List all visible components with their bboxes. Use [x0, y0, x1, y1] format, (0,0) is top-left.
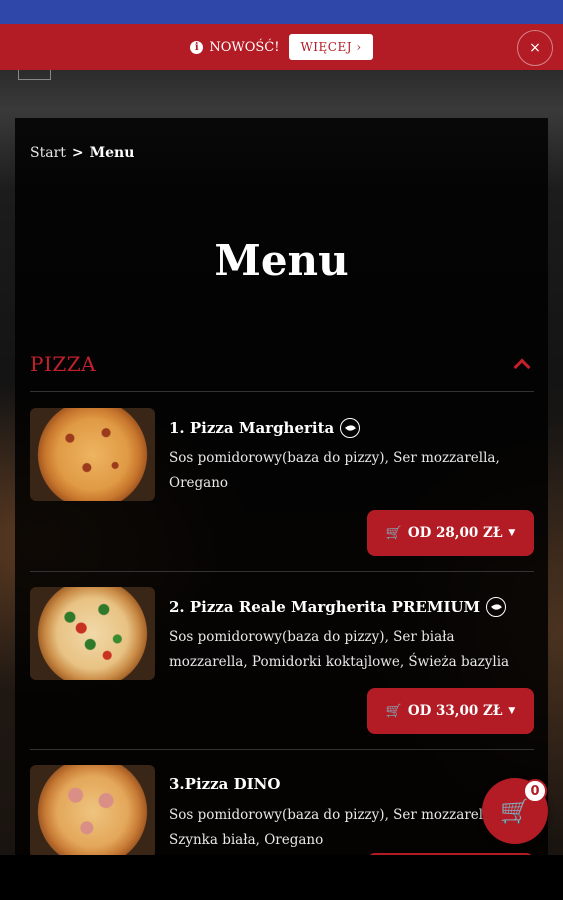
category-header-pizza[interactable]: PIZZA	[30, 352, 534, 376]
more-button[interactable]: WIĘCEJ ›	[289, 34, 373, 60]
item-description: Sos pomidorowy(baza do pizzy), Ser mozza…	[169, 450, 500, 491]
notice-bar: i NOWOŚĆ! WIĘCEJ › ×	[0, 24, 563, 70]
chevron-up-icon[interactable]	[513, 358, 531, 376]
page-title: Menu	[214, 236, 349, 285]
breadcrumb-separator: >	[71, 145, 84, 161]
caret-down-icon: ▼	[508, 528, 516, 538]
breadcrumb-start-link[interactable]: Start	[30, 145, 66, 161]
item-name[interactable]: 1. Pizza Margherita	[169, 418, 361, 438]
divider	[30, 749, 534, 750]
item-description: Sos pomidorowy(baza do pizzy), Ser mozza…	[169, 807, 500, 848]
item-name[interactable]: 2. Pizza Reale Margherita PREMIUM	[169, 597, 507, 617]
price-label: OD 28,00 ZŁ	[407, 525, 503, 541]
cart-icon: 🛒	[385, 525, 402, 541]
status-bar	[0, 0, 563, 24]
category-title: PIZZA	[30, 352, 97, 376]
cart-icon: 🛒	[385, 703, 402, 719]
item-name-text: 3.Pizza DINO	[169, 775, 281, 793]
cart-icon: 🛒	[500, 797, 530, 825]
divider	[30, 571, 534, 572]
menu-item[interactable]: 1. Pizza Margherita Sos pomidorowy(baza …	[30, 408, 534, 558]
item-image[interactable]	[30, 765, 155, 855]
item-image[interactable]	[30, 408, 155, 501]
menu-item[interactable]: 3.Pizza DINO Sos pomidorowy(baza do pizz…	[30, 765, 534, 855]
close-notice-button[interactable]: ×	[517, 30, 553, 66]
item-name[interactable]: 3.Pizza DINO	[169, 775, 280, 793]
navigation-bar	[0, 855, 563, 900]
item-image[interactable]	[30, 587, 155, 680]
breadcrumb: Start > Menu	[30, 145, 134, 161]
info-icon: i	[190, 40, 204, 54]
menu-item[interactable]: 2. Pizza Reale Margherita PREMIUM Sos po…	[30, 587, 534, 737]
price-button[interactable]: 🛒 OD 33,00 ZŁ ▼	[367, 688, 534, 734]
price-button[interactable]: 🛒 OD 28,00 ZŁ ▼	[367, 510, 534, 556]
leaf-icon	[486, 597, 507, 617]
cart-count-badge: 0	[523, 779, 547, 803]
logo[interactable]	[18, 70, 51, 80]
item-name-text: 2. Pizza Reale Margherita PREMIUM	[169, 598, 481, 616]
notice-text: NOWOŚĆ!	[209, 39, 280, 55]
item-name-text: 1. Pizza Margherita	[169, 419, 335, 437]
leaf-icon	[340, 418, 361, 438]
item-description: Sos pomidorowy(baza do pizzy), Ser biała…	[169, 629, 510, 670]
notice-info: i NOWOŚĆ!	[190, 40, 279, 55]
caret-down-icon: ▼	[508, 706, 516, 716]
price-label: OD 33,00 ZŁ	[407, 703, 503, 719]
breadcrumb-current: Menu	[89, 145, 135, 161]
divider	[30, 391, 534, 392]
